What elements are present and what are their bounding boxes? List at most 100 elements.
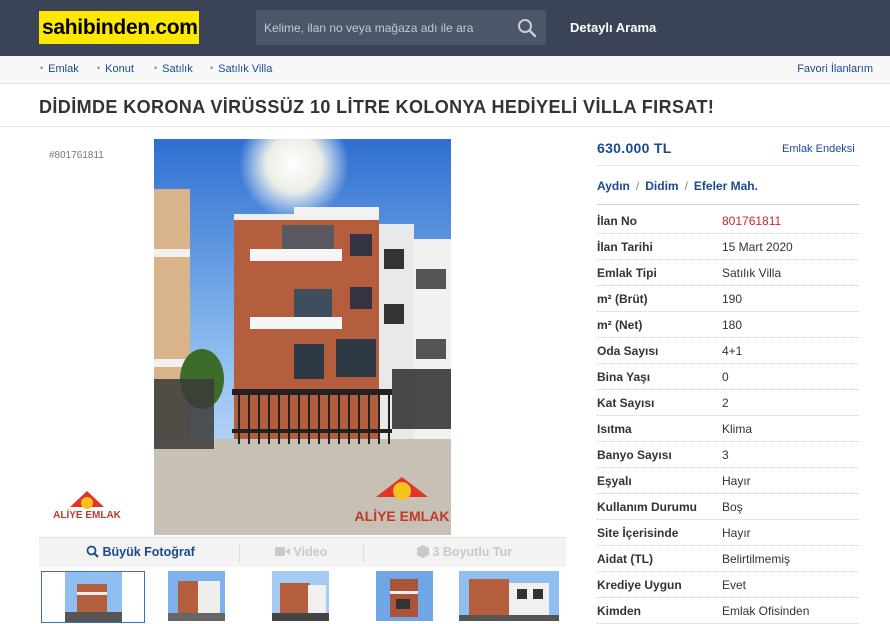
main-photo[interactable]: ALİYE EMLAK: [154, 139, 451, 535]
info-value: 0: [722, 370, 729, 384]
video-label: Video: [293, 545, 328, 559]
video-button[interactable]: Video: [275, 545, 327, 559]
favorites-link[interactable]: Favori İlanlarım: [797, 63, 873, 75]
3d-tour-button[interactable]: 3 Boyutlu Tur: [417, 545, 512, 559]
info-row: Eşyalı Hayır: [597, 468, 859, 494]
info-row: Bina Yaşı 0: [597, 364, 859, 390]
info-row: Krediye Uygun Evet: [597, 572, 859, 598]
info-row: İlan No 801761811: [597, 208, 859, 234]
listing-info-table: İlan No 801761811 İlan Tarihi 15 Mart 2020 E…: [597, 208, 859, 624]
search-box: [256, 10, 546, 45]
video-camera-icon: [275, 547, 290, 556]
thumbnail-image: [168, 571, 225, 621]
search-icon[interactable]: [516, 17, 538, 39]
magnifier-icon: [86, 545, 99, 558]
breadcrumb-item-satilik[interactable]: Satılık: [154, 63, 193, 75]
info-key: Aidat (TL): [597, 552, 653, 566]
info-value: 4+1: [722, 344, 743, 358]
info-row: Kat Sayısı 2: [597, 390, 859, 416]
agency-logo-text: ALİYE EMLAK: [53, 510, 121, 521]
info-value: 180: [722, 318, 743, 332]
thumbnail-image: [459, 571, 563, 621]
info-value: Emlak Ofisinden: [722, 604, 810, 618]
info-key: Eşyalı: [597, 474, 632, 488]
info-key: Banyo Sayısı: [597, 448, 672, 462]
location-separator: /: [635, 179, 640, 193]
thumbnail-strip: [39, 567, 566, 623]
location-separator: /: [684, 179, 688, 193]
breadcrumb-item-satilik-villa[interactable]: Satılık Villa: [210, 63, 272, 75]
info-value: Klima: [722, 422, 753, 436]
agency-logo[interactable]: ALİYE EMLAK: [52, 485, 122, 525]
listing-price: 630.000 TL: [597, 140, 672, 156]
info-key: Isıtma: [597, 422, 632, 436]
big-photo-label: Büyük Fotoğraf: [102, 545, 195, 559]
info-row: İlan Tarihi 15 Mart 2020: [597, 234, 859, 260]
thumbnail[interactable]: [249, 571, 353, 623]
location-city[interactable]: Aydın: [597, 179, 630, 193]
page-title: DİDİMDE KORONA VİRÜSSÜZ 10 LİTRE KOLONYA…: [39, 97, 715, 117]
info-row: Oda Sayısı 4+1: [597, 338, 859, 364]
info-row: Isıtma Klima: [597, 416, 859, 442]
info-key: Kimden: [597, 604, 642, 618]
detailed-search-link[interactable]: Detaylı Arama: [570, 20, 656, 35]
thumbnail[interactable]: [353, 571, 457, 623]
location-divider: [597, 204, 859, 205]
price-divider: [597, 165, 859, 166]
info-row: Site İçerisinde Hayır: [597, 520, 859, 546]
info-row: Aidat (TL) Belirtilmemiş: [597, 546, 859, 572]
info-row: Emlak Tipi Satılık Villa: [597, 260, 859, 286]
title-divider: [0, 126, 890, 127]
info-value: 801761811: [722, 214, 782, 228]
media-tab-divider: [239, 544, 240, 562]
info-key: m² (Net): [597, 318, 643, 332]
breadcrumb-item-emlak[interactable]: Emlak: [40, 63, 79, 75]
info-key: Kullanım Durumu: [597, 500, 698, 514]
search-input[interactable]: [256, 10, 506, 45]
site-logo[interactable]: sahibinden.com: [39, 11, 199, 44]
info-key: m² (Brüt): [597, 292, 648, 306]
location-district[interactable]: Didim: [645, 179, 678, 193]
listing-id-label: #801761811: [49, 150, 104, 161]
cube-icon: [417, 545, 429, 558]
info-key: Site İçerisinde: [597, 526, 679, 540]
info-row: Banyo Sayısı 3: [597, 442, 859, 468]
info-row: Kimden Emlak Ofisinden: [597, 598, 859, 624]
info-row: m² (Net) 180: [597, 312, 859, 338]
info-value: 2: [722, 396, 729, 410]
info-key: Krediye Uygun: [597, 578, 682, 592]
info-key: Bina Yaşı: [597, 370, 651, 384]
location-breadcrumb: Aydın / Didim / Efeler Mah.: [597, 179, 758, 193]
info-value: 3: [722, 448, 729, 462]
media-tab-divider: [363, 544, 364, 562]
info-key: Emlak Tipi: [597, 266, 657, 280]
thumbnail[interactable]: [145, 571, 249, 623]
info-key: Kat Sayısı: [597, 396, 655, 410]
thumbnail[interactable]: [41, 571, 145, 623]
media-tabs: Büyük Fotoğraf Video 3 Boyutlu Tur: [39, 537, 566, 567]
info-row: m² (Brüt) 190: [597, 286, 859, 312]
info-value: Belirtilmemiş: [722, 552, 791, 566]
info-key: İlan No: [597, 214, 638, 228]
thumbnail-image: [65, 572, 122, 622]
thumbnail-image: [376, 571, 433, 621]
info-value: Satılık Villa: [722, 266, 782, 280]
info-key: İlan Tarihi: [597, 240, 653, 254]
info-value: Evet: [722, 578, 747, 592]
breadcrumb-item-konut[interactable]: Konut: [97, 63, 134, 75]
top-bar: sahibinden.com Detaylı Arama: [0, 0, 890, 56]
big-photo-button[interactable]: Büyük Fotoğraf: [86, 545, 195, 559]
thumbnail[interactable]: [457, 571, 561, 623]
photo-watermark-text: ALİYE EMLAK: [355, 508, 450, 524]
location-neighborhood[interactable]: Efeler Mah.: [694, 179, 758, 193]
thumbnail-image: [272, 571, 329, 621]
info-row: Kullanım Durumu Boş: [597, 494, 859, 520]
real-estate-index-link[interactable]: Emlak Endeksi: [782, 143, 855, 155]
info-value: 190: [722, 292, 743, 306]
info-key: Oda Sayısı: [597, 344, 659, 358]
3d-tour-label: 3 Boyutlu Tur: [432, 545, 513, 559]
info-value: 15 Mart 2020: [722, 240, 793, 254]
info-value: Boş: [722, 500, 743, 514]
info-value: Hayır: [722, 474, 751, 488]
info-value: Hayır: [722, 526, 751, 540]
